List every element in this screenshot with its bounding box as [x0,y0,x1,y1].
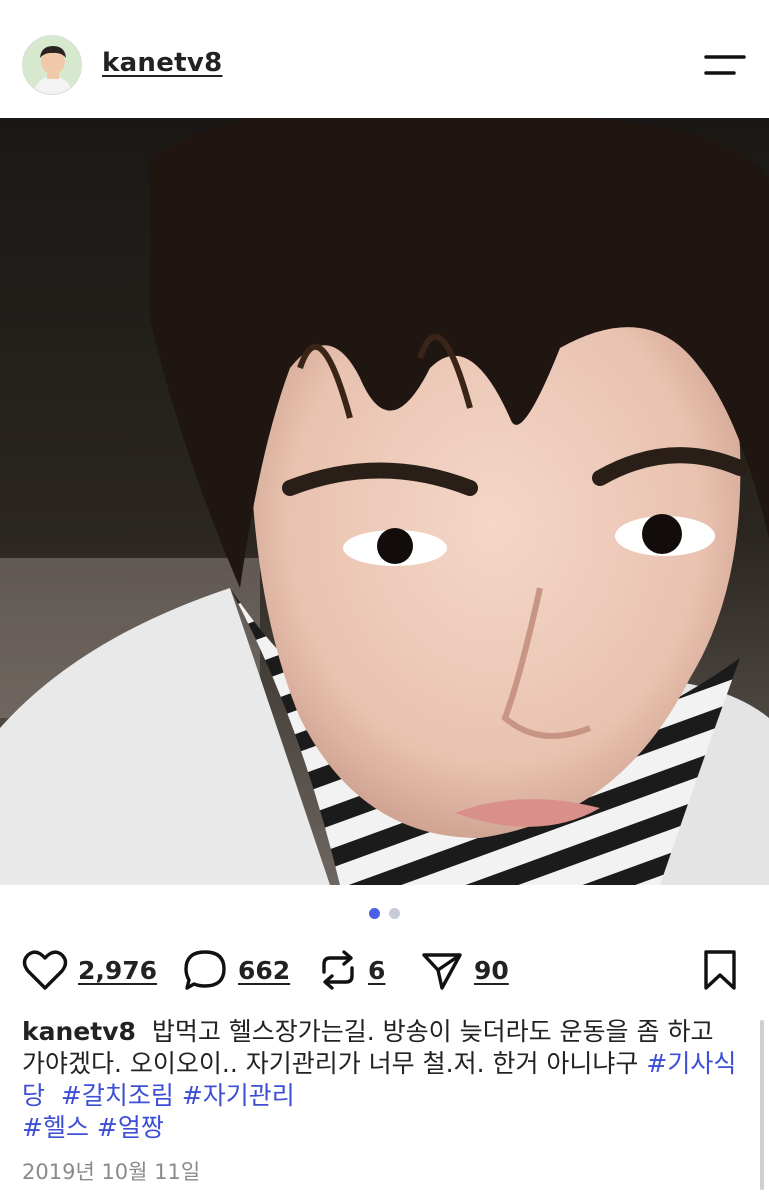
comment-count[interactable]: 662 [238,956,290,985]
send-icon [422,953,462,990]
carousel-dot-active [369,908,380,919]
post-photo[interactable] [0,118,769,885]
bookmark-button[interactable] [700,944,740,996]
heart-icon [22,950,68,990]
like-count[interactable]: 2,976 [78,956,157,985]
action-bar: 2,976 662 6 90 [0,944,769,996]
share-button[interactable]: 90 [420,944,509,996]
repost-count[interactable]: 6 [368,956,385,985]
post-date: 2019년 10월 11일 [22,1160,201,1184]
bookmark-icon [704,950,736,990]
selfie-photo-image [0,118,769,885]
carousel-dot [389,908,400,919]
share-count[interactable]: 90 [474,956,509,985]
carousel-indicator [0,908,769,922]
scrollbar[interactable] [760,1020,764,1190]
caption-username[interactable]: kanetv8 [22,1017,136,1046]
profile-avatar[interactable] [22,35,82,95]
post-caption: kanetv8 밥먹고 헬스장가는길. 방송이 늦더라도 운동을 좀 하고 가야… [22,1016,742,1112]
hamburger-menu-icon[interactable] [700,50,750,80]
like-button[interactable]: 2,976 [22,944,157,996]
repost-icon [322,950,354,990]
comment-bubble-icon [184,950,226,990]
hashtag[interactable]: #갈치조림 [61,1081,174,1110]
comment-button[interactable]: 662 [182,944,290,996]
hashtag[interactable]: #헬스 [22,1113,89,1142]
hashtag-line: #헬스 #얼짱 [22,1112,164,1144]
post-header: kanetv8 [0,0,769,118]
username-link[interactable]: kanetv8 [102,48,223,78]
hashtag[interactable]: #얼짱 [97,1113,164,1142]
hashtag[interactable]: #자기관리 [182,1081,295,1110]
avatar-image [23,36,81,94]
repost-button[interactable]: 6 [318,944,385,996]
